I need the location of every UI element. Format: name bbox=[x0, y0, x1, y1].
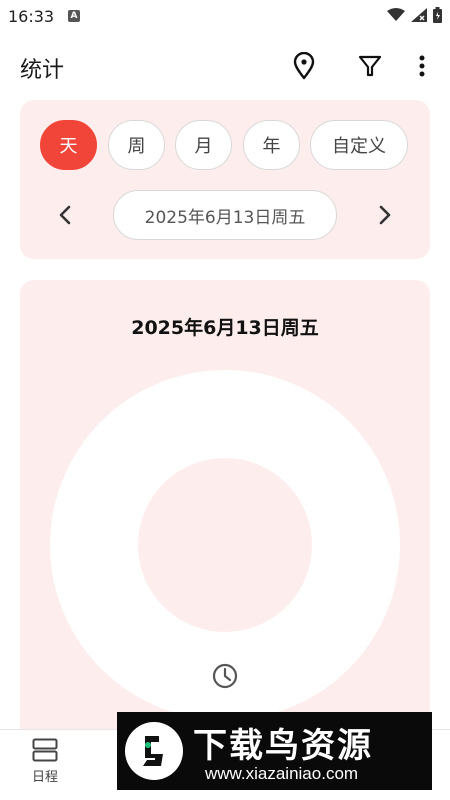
donut-chart bbox=[50, 370, 400, 720]
app-bar: 统计 bbox=[0, 40, 450, 92]
location-pin-icon bbox=[293, 52, 315, 80]
battery-icon bbox=[433, 7, 442, 23]
status-time: 16:33 bbox=[8, 7, 55, 26]
chip-custom[interactable]: 自定义 bbox=[310, 120, 408, 170]
status-icons bbox=[387, 7, 442, 23]
filter-button[interactable] bbox=[354, 50, 386, 82]
schedule-list-icon bbox=[32, 738, 58, 762]
bird-logo-icon bbox=[125, 722, 183, 780]
next-date-button[interactable] bbox=[369, 199, 401, 231]
chip-year[interactable]: 年 bbox=[243, 120, 300, 170]
status-bar: 16:33 A bbox=[0, 0, 450, 34]
nav-item-schedule[interactable]: 日程 bbox=[10, 738, 80, 794]
chip-day[interactable]: 天 bbox=[40, 120, 97, 170]
location-button[interactable] bbox=[288, 50, 320, 82]
page-title: 统计 bbox=[20, 58, 65, 83]
chevron-left-icon bbox=[59, 205, 71, 225]
notification-a-icon: A bbox=[68, 10, 80, 22]
watermark-banner: 下载鸟资源 www.xiazainiao.com bbox=[117, 712, 432, 790]
statistics-chart-card: 2025年6月13日周五 bbox=[20, 280, 430, 740]
chevron-right-icon bbox=[379, 205, 391, 225]
period-filter-card: 天 周 月 年 自定义 2025年6月13日周五 bbox=[20, 100, 430, 259]
chip-month[interactable]: 月 bbox=[175, 120, 232, 170]
more-options-button[interactable] bbox=[406, 50, 438, 82]
previous-date-button[interactable] bbox=[49, 199, 81, 231]
current-date-pill[interactable]: 2025年6月13日周五 bbox=[113, 190, 337, 240]
signal-icon bbox=[411, 8, 427, 22]
more-vert-icon bbox=[419, 55, 425, 77]
nav-item-label: 日程 bbox=[31, 770, 58, 785]
wifi-icon bbox=[387, 8, 405, 21]
filter-icon bbox=[358, 55, 382, 77]
watermark-url: www.xiazainiao.com bbox=[205, 764, 359, 783]
chip-week[interactable]: 周 bbox=[108, 120, 165, 170]
date-selector: 2025年6月13日周五 bbox=[20, 190, 430, 240]
watermark-title: 下载鸟资源 bbox=[193, 726, 373, 766]
donut-ring bbox=[50, 370, 400, 720]
